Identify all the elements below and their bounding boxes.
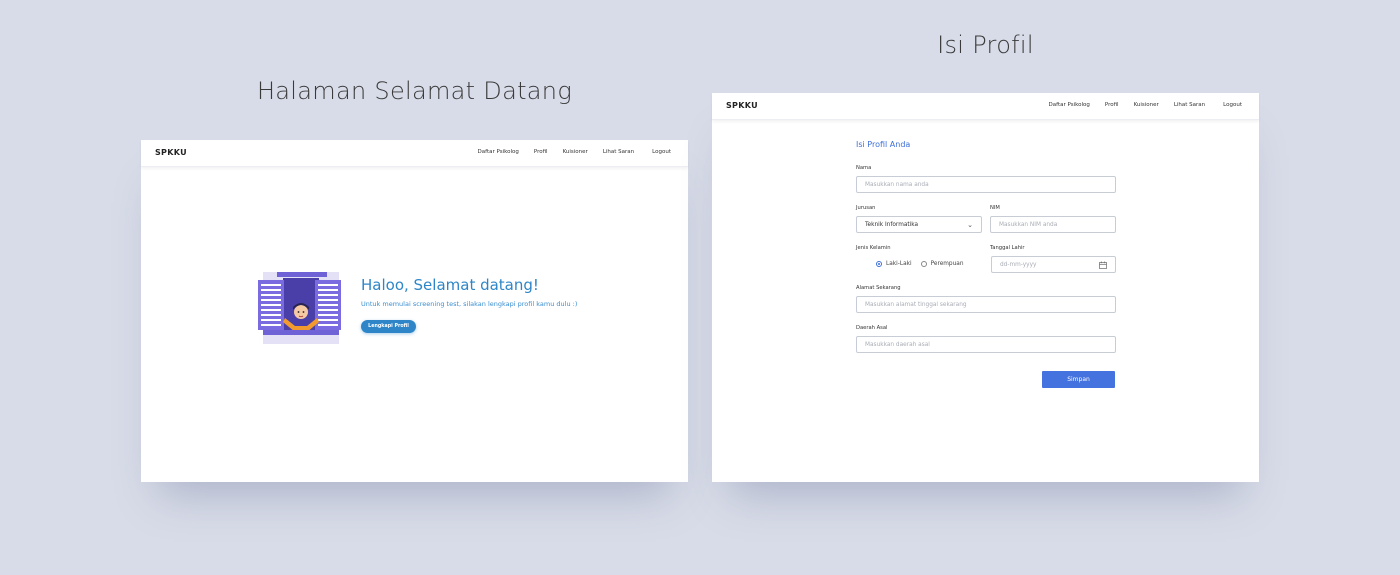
welcome-subtitle: Untuk memulai screening test, silakan le… xyxy=(361,300,578,308)
caption-profile-page: Isi Profil xyxy=(937,31,1034,59)
nav-link-daftar-psikolog[interactable]: Daftar Psikolog xyxy=(478,149,519,155)
nav-link-kuisioner[interactable]: Kuisioner xyxy=(563,149,588,155)
navbar: SPKKU Daftar Psikolog Profil Kuisioner L… xyxy=(141,140,688,167)
jurusan-select[interactable]: Teknik Informatika ⌄ xyxy=(856,216,982,233)
complete-profile-button[interactable]: Lengkapi Profil xyxy=(361,320,416,333)
form-title: Isi Profil Anda xyxy=(856,140,911,149)
nim-label: NIM xyxy=(990,205,1000,211)
nim-input[interactable]: Masukkan NIM anda xyxy=(990,216,1116,233)
tanggal-lahir-input[interactable]: dd-mm-yyyy xyxy=(991,256,1116,273)
brand-logo[interactable]: SPKKU xyxy=(726,101,758,110)
nav-links: Daftar Psikolog Profil Kuisioner Lihat S… xyxy=(463,149,672,155)
radio-option-perempuan[interactable]: Perempuan xyxy=(920,261,964,267)
nav-link-logout[interactable]: Logout xyxy=(652,149,671,155)
brand-logo[interactable]: SPKKU xyxy=(155,148,187,157)
chevron-down-icon: ⌄ xyxy=(967,221,973,229)
alamat-label: Alamat Sekarang xyxy=(856,285,901,291)
nama-input[interactable]: Masukkan nama anda xyxy=(856,176,1116,193)
radio-label-laki-laki: Laki-Laki xyxy=(886,261,912,267)
nav-link-profil[interactable]: Profil xyxy=(534,149,548,155)
radio-label-perempuan: Perempuan xyxy=(930,261,964,267)
nav-link-lihat-saran[interactable]: Lihat Saran xyxy=(603,149,634,155)
nav-link-kuisioner[interactable]: Kuisioner xyxy=(1134,102,1159,108)
nav-link-logout[interactable]: Logout xyxy=(1223,102,1242,108)
profile-page-screenshot: SPKKU Daftar Psikolog Profil Kuisioner L… xyxy=(712,93,1259,482)
welcome-page-screenshot: SPKKU Daftar Psikolog Profil Kuisioner L… xyxy=(141,140,688,482)
nav-link-daftar-psikolog[interactable]: Daftar Psikolog xyxy=(1049,102,1090,108)
nama-label: Nama xyxy=(856,165,872,171)
welcome-title: Haloo, Selamat datang! xyxy=(361,276,539,294)
radio-unchecked-icon xyxy=(920,261,927,267)
nav-link-profil[interactable]: Profil xyxy=(1105,102,1119,108)
alamat-input[interactable]: Masukkan alamat tinggal sekarang xyxy=(856,296,1116,313)
jurusan-label: Jurusan xyxy=(856,205,876,211)
navbar: SPKKU Daftar Psikolog Profil Kuisioner L… xyxy=(712,93,1259,120)
caption-welcome-page: Halaman Selamat Datang xyxy=(256,77,573,105)
jenis-kelamin-label: Jenis Kelamin xyxy=(856,245,891,251)
gender-radio-group: Laki-Laki Perempuan xyxy=(876,261,973,267)
nav-links: Daftar Psikolog Profil Kuisioner Lihat S… xyxy=(1034,102,1243,108)
radio-option-laki-laki[interactable]: Laki-Laki xyxy=(876,261,912,267)
window-character-illustration xyxy=(258,272,341,344)
daerah-asal-label: Daerah Asal xyxy=(856,325,888,331)
calendar-icon[interactable] xyxy=(1099,261,1107,269)
nav-link-lihat-saran[interactable]: Lihat Saran xyxy=(1174,102,1205,108)
radio-checked-icon xyxy=(876,261,882,267)
daerah-asal-input[interactable]: Masukkan daerah asal xyxy=(856,336,1116,353)
date-placeholder: dd-mm-yyyy xyxy=(1000,261,1037,268)
jurusan-selected-value: Teknik Informatika xyxy=(865,221,919,228)
save-button[interactable]: Simpan xyxy=(1042,371,1115,388)
tanggal-lahir-label: Tanggal Lahir xyxy=(990,245,1025,251)
